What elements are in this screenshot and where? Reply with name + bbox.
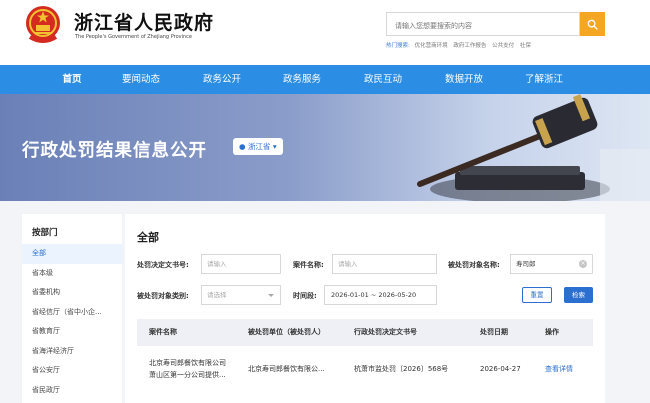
chevron-down-icon: ▾	[272, 142, 277, 151]
nav-item-gov-services[interactable]: 政务服务	[283, 65, 321, 94]
target-name-input[interactable]: 寿司郎 ×	[510, 254, 593, 274]
table-row[interactable]: 北京寿司郎餐饮有限公司 萧山区第一分公司提供... 北京寿司郎餐饮有限公... …	[137, 351, 593, 385]
location-pin-icon: ●	[239, 142, 246, 151]
chevron-down-icon	[268, 294, 274, 297]
sidebar-heading: 按部门	[32, 228, 58, 238]
target-name-label: 被处罚对象名称:	[448, 261, 500, 269]
site-subtitle: The People's Government of Zhejiang Prov…	[75, 34, 192, 40]
region-selector[interactable]: ● 浙江省 ▾	[233, 138, 283, 155]
banner: 行政处罚结果信息公开 ● 浙江省 ▾	[0, 94, 650, 201]
nav-item-news[interactable]: 要闻动态	[122, 65, 160, 94]
time-range-label: 时间段:	[293, 292, 317, 300]
nav-item-home[interactable]: 首页	[62, 65, 81, 94]
target-type-placeholder: 请选择	[207, 291, 227, 299]
decision-no-input[interactable]: 请输入	[201, 254, 281, 274]
search-submit-button[interactable]: 检索	[564, 287, 593, 303]
national-emblem-icon	[26, 6, 60, 43]
search-input[interactable]	[387, 15, 579, 37]
nav-item-gov-affairs[interactable]: 政务公开	[203, 65, 241, 94]
sidebar-item-provincial[interactable]: 省本级	[22, 264, 122, 284]
search-box	[386, 12, 580, 37]
target-type-label: 被处罚对象类别:	[137, 292, 189, 300]
column-header: 被处罚单位（被处罚人）	[248, 328, 325, 336]
view-details-link[interactable]: 查看详情	[545, 364, 573, 375]
nav-item-interaction[interactable]: 政民互动	[364, 65, 402, 94]
hot-link[interactable]: 政府工作报告	[453, 43, 486, 49]
sidebar-item-party-committee[interactable]: 省委机构	[22, 283, 122, 303]
target-cell: 北京寿司郎餐饮有限公...	[248, 365, 325, 373]
hot-link[interactable]: 社保	[520, 43, 531, 49]
target-name-value: 寿司郎	[516, 260, 536, 268]
nav-item-about-zhejiang[interactable]: 了解浙江	[525, 65, 563, 94]
section-title: 全部	[137, 231, 159, 244]
sidebar-item-ocean-economy[interactable]: 省海洋经济厅	[22, 342, 122, 362]
target-type-select[interactable]: 请选择	[201, 285, 281, 305]
column-header: 操作	[545, 328, 559, 336]
search-icon	[587, 19, 598, 30]
decision-no-label: 处罚决定文书号:	[137, 261, 189, 269]
case-name-label: 案件名称:	[293, 261, 324, 269]
sidebar-item-economy[interactable]: 省经信厅（省中小企...	[22, 303, 122, 323]
sidebar-item-public-security[interactable]: 省公安厅	[22, 361, 122, 381]
site-header: 浙江省人民政府 The People's Government of Zheji…	[0, 0, 650, 65]
site-title[interactable]: 浙江省人民政府	[74, 8, 214, 35]
region-label: 浙江省	[247, 142, 271, 151]
main-nav: 首页 要闻动态 政务公开 政务服务 政民互动 数据开放 了解浙江	[0, 65, 650, 94]
main-panel: 全部 处罚决定文书号: 请输入 案件名称: 请输入 被处罚对象名称: 寿司郎 ×…	[125, 214, 605, 403]
hot-searches-label: 热门搜索:	[386, 43, 410, 49]
nav-item-open-data[interactable]: 数据开放	[445, 65, 483, 94]
hot-searches: 热门搜索: 优化营商环境 政府工作报告 公共支付 社保	[386, 41, 535, 49]
page-title: 行政处罚结果信息公开	[22, 141, 207, 161]
decision-no-cell: 杭萧市监处罚〔2026〕568号	[354, 365, 449, 373]
search-button[interactable]	[580, 12, 605, 36]
department-sidebar: 按部门 全部 省本级 省委机构 省经信厅（省中小企... 省教育厅 省海洋经济厅…	[22, 214, 122, 403]
case-name-input[interactable]: 请输入	[332, 254, 437, 274]
hot-link[interactable]: 优化营商环境	[415, 43, 448, 49]
time-range-input[interactable]: 2026-01-01 ~ 2026-05-20	[324, 285, 437, 305]
case-name-cell-line2: 萧山区第一分公司提供...	[149, 371, 226, 379]
table-header: 案件名称 被处罚单位（被处罚人） 行政处罚决定文书号 处罚日期 操作	[137, 319, 593, 346]
gavel-illustration	[417, 94, 650, 201]
sidebar-item-all[interactable]: 全部	[22, 244, 122, 264]
date-cell: 2026-04-27	[480, 365, 521, 373]
case-name-cell-line1: 北京寿司郎餐饮有限公司	[149, 359, 226, 367]
reset-button[interactable]: 重置	[522, 287, 552, 303]
clear-icon[interactable]: ×	[579, 260, 587, 268]
column-header: 案件名称	[149, 328, 177, 336]
column-header: 行政处罚决定文书号	[354, 328, 417, 336]
sidebar-item-civil-affairs[interactable]: 省民政厅	[22, 381, 122, 401]
hot-link[interactable]: 公共支付	[492, 43, 514, 49]
column-header: 处罚日期	[480, 328, 508, 336]
sidebar-item-education[interactable]: 省教育厅	[22, 322, 122, 342]
